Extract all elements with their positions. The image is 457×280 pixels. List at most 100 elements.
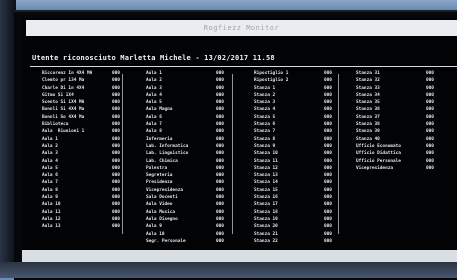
room-status-row: Aula 4 000 — [42, 158, 120, 165]
room-name: Stanza 17 — [254, 202, 278, 208]
room-name: Stanza 21 — [254, 231, 278, 237]
room-name: Stanza 36 — [356, 107, 380, 113]
room-status-row: Stanza 38 000 — [356, 121, 434, 128]
room-name: Aula 4 — [146, 92, 162, 98]
room-name: Aula Riunioni 1 — [42, 129, 85, 135]
room-name: Segr. Personale — [146, 238, 186, 244]
room-status-row: Stanza 31 000 — [356, 70, 434, 77]
room-name: Gitmo Si 1X4 — [42, 92, 74, 98]
room-status-row: Clemto pr 134 Ma 000 — [42, 77, 120, 84]
room-status-row: Aula Musica 000 — [146, 209, 224, 216]
room-value: 000 — [216, 136, 224, 142]
room-name: Stanza 7 — [254, 129, 276, 135]
room-status-row: Ufficio Personale 000 — [356, 158, 434, 165]
room-status-row: Lab. Linguistico 000 — [146, 150, 224, 157]
room-name: Ufficio Didattica — [356, 151, 401, 157]
room-value: 000 — [216, 180, 224, 186]
room-value: 000 — [112, 165, 120, 171]
room-status-row: Segreteria 000 — [146, 172, 224, 179]
room-status-row: Stanza 13 000 — [254, 172, 332, 179]
room-value: 000 — [112, 216, 120, 222]
room-name: Stanza 31 — [356, 71, 380, 76]
room-name: Ripostiglio 1 — [254, 71, 289, 76]
room-name: Lab. Linguistico — [146, 151, 189, 157]
room-status-row: Bonnli Si 4X4 Ma 000 — [42, 106, 120, 113]
room-status-row: Aula 8 000 — [146, 128, 224, 135]
room-value: 000 — [324, 187, 332, 193]
room-value: 000 — [324, 85, 332, 91]
room-value: 000 — [216, 78, 224, 84]
room-value: 000 — [216, 187, 224, 193]
room-value: 000 — [216, 238, 224, 244]
room-status-row: Lab. Informatica 000 — [146, 143, 224, 150]
room-status-row: Ripostiglio 1 000 — [254, 70, 332, 77]
room-status-row: Stanza 6 000 — [254, 121, 332, 128]
room-status-row: Stanza 3 000 — [254, 99, 332, 106]
room-name: Stanza 10 — [254, 151, 278, 157]
room-status-row: Aula 3 000 — [146, 85, 224, 92]
column-divider — [122, 74, 123, 234]
room-value: 000 — [426, 158, 434, 164]
room-status-row: Aula 2 000 — [42, 143, 120, 150]
room-value: 000 — [324, 114, 332, 120]
room-value: 000 — [324, 122, 332, 128]
room-status-row: Stanza 11 000 — [254, 158, 332, 165]
room-status-row: Aula 8 000 — [42, 187, 120, 194]
room-name: Aula 5 — [42, 165, 58, 171]
room-value: 000 — [324, 107, 332, 113]
room-name: Biblioteca — [42, 122, 69, 128]
room-value: 000 — [426, 71, 434, 76]
room-name: Aula 6 — [42, 173, 58, 179]
room-name: Aula 7 — [42, 180, 58, 186]
room-status-row: Aula 12 000 — [42, 216, 120, 223]
room-status-row: Stanza 1 000 — [254, 85, 332, 92]
room-status-row: Ufficio Economato 000 — [356, 143, 434, 150]
room-value: 000 — [112, 71, 120, 76]
room-name: Palestra — [146, 165, 168, 171]
room-name: Stanza 37 — [356, 114, 380, 120]
heading-divider — [30, 66, 457, 67]
room-name: Aula 4 — [42, 158, 58, 164]
room-name: Stanza 16 — [254, 195, 278, 201]
room-value: 000 — [112, 187, 120, 193]
room-status-row: Aula 7 000 — [42, 179, 120, 186]
room-status-row: Stanza 37 000 — [356, 114, 434, 121]
desk-surface — [0, 262, 457, 278]
room-status-row: Segr. Personale 000 — [146, 238, 224, 245]
room-column-1: Biccorenz In 4X4 MA 000 Clemto pr 134 Ma 00… — [42, 70, 120, 231]
room-status-row: Vicepresidenza 000 — [356, 165, 434, 172]
room-name: Aula 3 — [42, 151, 58, 157]
room-value: 000 — [216, 195, 224, 201]
room-value: 000 — [426, 143, 434, 149]
room-status-row: Aula 3 000 — [42, 150, 120, 157]
room-status-row: Stanza 33 000 — [356, 85, 434, 92]
room-value: 000 — [216, 202, 224, 208]
room-value: 000 — [112, 180, 120, 186]
room-status-row: Stanza 5 000 — [254, 114, 332, 121]
room-value: 000 — [112, 136, 120, 142]
room-status-row: Stanza 32 000 — [356, 77, 434, 84]
room-name: Aula Video — [146, 202, 173, 208]
room-name: Stanza 8 — [254, 136, 276, 142]
room-status-row: Aula 10 000 — [146, 231, 224, 238]
room-value: 000 — [216, 100, 224, 106]
room-name: Aula 6 — [146, 114, 162, 120]
room-name: Aula 13 — [42, 224, 61, 230]
room-value: 000 — [112, 202, 120, 208]
room-status-row: Stanza 36 000 — [356, 106, 434, 113]
room-name: Presidenza — [146, 180, 173, 186]
room-name: Aula 8 — [146, 129, 162, 135]
room-name: Aula Disegno — [146, 216, 178, 222]
room-name: Aula 2 — [42, 143, 58, 149]
room-status-row: Aula Magna 000 — [146, 106, 224, 113]
room-status-row: Ufficio Didattica 000 — [356, 150, 434, 157]
room-name: Lab. Informatica — [146, 143, 189, 149]
column-divider — [338, 74, 339, 234]
room-status-row: Gitmo Si 1X4 000 — [42, 92, 120, 99]
room-value: 000 — [324, 92, 332, 98]
room-name: Stanza 14 — [254, 180, 278, 186]
room-status-row: Aula 1 000 — [42, 136, 120, 143]
room-name: Stanza 2 — [254, 92, 276, 98]
room-value: 000 — [112, 195, 120, 201]
room-name: Infermeria — [146, 136, 173, 142]
